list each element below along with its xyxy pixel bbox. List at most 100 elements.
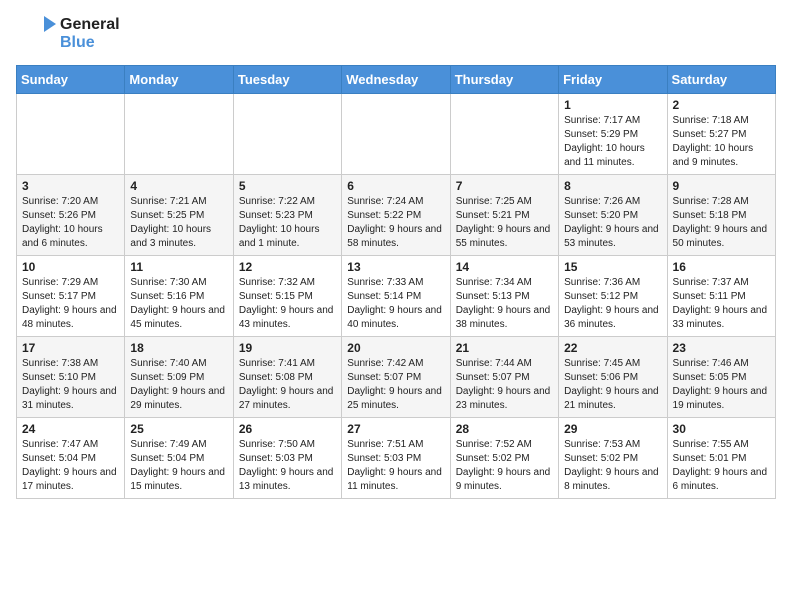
- day-number: 7: [456, 179, 553, 193]
- day-number: 16: [673, 260, 770, 274]
- calendar-day-cell: [233, 93, 341, 174]
- weekday-header: Sunday: [17, 65, 125, 93]
- calendar-day-cell: 3Sunrise: 7:20 AM Sunset: 5:26 PM Daylig…: [17, 174, 125, 255]
- day-number: 23: [673, 341, 770, 355]
- day-number: 27: [347, 422, 444, 436]
- calendar-day-cell: 17 Sunrise: 7:38 AM Sunset: 5:10 PM Dayli…: [17, 336, 125, 417]
- calendar-day-cell: 2 Sunrise: 7:18 AM Sunset: 5:27 PM Daylig…: [667, 93, 775, 174]
- day-number: 18: [130, 341, 227, 355]
- day-info: Sunrise: 7:18 AM Sunset: 5:27 PM Dayligh…: [673, 114, 770, 170]
- logo-text: GeneralBlue: [60, 16, 120, 53]
- day-number: 29: [564, 422, 661, 436]
- day-info: Sunrise: 7:20 AM Sunset: 5:26 PM Dayligh…: [22, 195, 119, 251]
- logo-icon: [16, 16, 56, 52]
- calendar-day-cell: 15 Sunrise: 7:36 AM Sunset: 5:12 PM Dayli…: [559, 255, 667, 336]
- calendar-day-cell: 28 Sunrise: 7:52 AM Sunset: 5:02 PM Dayli…: [450, 417, 558, 498]
- calendar-day-cell: 6 Sunrise: 7:24 AM Sunset: 5:22 PM Daylig…: [342, 174, 450, 255]
- calendar-day-cell: 12 Sunrise: 7:32 AM Sunset: 5:15 PM Dayli…: [233, 255, 341, 336]
- calendar-day-cell: 14 Sunrise: 7:34 AM Sunset: 5:13 PM Dayli…: [450, 255, 558, 336]
- day-info: Sunrise: 7:49 AM Sunset: 5:04 PM Dayligh…: [130, 438, 227, 494]
- day-number: 15: [564, 260, 661, 274]
- calendar-day-cell: 26Sunrise: 7:50 AM Sunset: 5:03 PM Dayli…: [233, 417, 341, 498]
- day-number: 22: [564, 341, 661, 355]
- day-info: Sunrise: 7:24 AM Sunset: 5:22 PM Dayligh…: [347, 195, 444, 251]
- calendar-day-cell: 11 Sunrise: 7:30 AM Sunset: 5:16 PM Dayli…: [125, 255, 233, 336]
- calendar-day-cell: 30Sunrise: 7:55 AM Sunset: 5:01 PM Dayli…: [667, 417, 775, 498]
- day-info: Sunrise: 7:22 AM Sunset: 5:23 PM Dayligh…: [239, 195, 336, 251]
- day-info: Sunrise: 7:30 AM Sunset: 5:16 PM Dayligh…: [130, 276, 227, 332]
- day-number: 8: [564, 179, 661, 193]
- calendar-table: SundayMondayTuesdayWednesdayThursdayFrid…: [16, 65, 776, 499]
- day-number: 25: [130, 422, 227, 436]
- weekday-header: Tuesday: [233, 65, 341, 93]
- calendar-day-cell: [450, 93, 558, 174]
- day-number: 2: [673, 98, 770, 112]
- day-info: Sunrise: 7:34 AM Sunset: 5:13 PM Dayligh…: [456, 276, 553, 332]
- day-info: Sunrise: 7:21 AM Sunset: 5:25 PM Dayligh…: [130, 195, 227, 251]
- day-number: 20: [347, 341, 444, 355]
- day-info: Sunrise: 7:36 AM Sunset: 5:12 PM Dayligh…: [564, 276, 661, 332]
- day-info: Sunrise: 7:29 AM Sunset: 5:17 PM Dayligh…: [22, 276, 119, 332]
- calendar-day-cell: 29Sunrise: 7:53 AM Sunset: 5:02 PM Dayli…: [559, 417, 667, 498]
- calendar-day-cell: 21 Sunrise: 7:44 AM Sunset: 5:07 PM Dayli…: [450, 336, 558, 417]
- calendar-header-row: SundayMondayTuesdayWednesdayThursdayFrid…: [17, 65, 776, 93]
- calendar-day-cell: 13Sunrise: 7:33 AM Sunset: 5:14 PM Dayli…: [342, 255, 450, 336]
- calendar-day-cell: 10 Sunrise: 7:29 AM Sunset: 5:17 PM Dayli…: [17, 255, 125, 336]
- calendar-day-cell: 5 Sunrise: 7:22 AM Sunset: 5:23 PM Daylig…: [233, 174, 341, 255]
- day-number: 19: [239, 341, 336, 355]
- day-number: 9: [673, 179, 770, 193]
- day-number: 24: [22, 422, 119, 436]
- calendar-day-cell: [17, 93, 125, 174]
- day-info: Sunrise: 7:52 AM Sunset: 5:02 PM Dayligh…: [456, 438, 553, 494]
- weekday-header: Thursday: [450, 65, 558, 93]
- day-info: Sunrise: 7:47 AM Sunset: 5:04 PM Dayligh…: [22, 438, 119, 494]
- calendar-week-row: 3Sunrise: 7:20 AM Sunset: 5:26 PM Daylig…: [17, 174, 776, 255]
- day-info: Sunrise: 7:26 AM Sunset: 5:20 PM Dayligh…: [564, 195, 661, 251]
- calendar-day-cell: 27 Sunrise: 7:51 AM Sunset: 5:03 PM Dayli…: [342, 417, 450, 498]
- day-info: Sunrise: 7:28 AM Sunset: 5:18 PM Dayligh…: [673, 195, 770, 251]
- day-number: 11: [130, 260, 227, 274]
- day-info: Sunrise: 7:50 AM Sunset: 5:03 PM Dayligh…: [239, 438, 336, 494]
- day-info: Sunrise: 7:38 AM Sunset: 5:10 PM Dayligh…: [22, 357, 119, 413]
- calendar-day-cell: 19 Sunrise: 7:41 AM Sunset: 5:08 PM Dayli…: [233, 336, 341, 417]
- calendar-day-cell: 9 Sunrise: 7:28 AM Sunset: 5:18 PM Daylig…: [667, 174, 775, 255]
- day-number: 21: [456, 341, 553, 355]
- weekday-header: Wednesday: [342, 65, 450, 93]
- calendar-day-cell: 8 Sunrise: 7:26 AM Sunset: 5:20 PM Daylig…: [559, 174, 667, 255]
- day-number: 28: [456, 422, 553, 436]
- day-info: Sunrise: 7:44 AM Sunset: 5:07 PM Dayligh…: [456, 357, 553, 413]
- day-info: Sunrise: 7:33 AM Sunset: 5:14 PM Dayligh…: [347, 276, 444, 332]
- day-number: 14: [456, 260, 553, 274]
- day-number: 4: [130, 179, 227, 193]
- day-number: 6: [347, 179, 444, 193]
- calendar-week-row: 1Sunrise: 7:17 AM Sunset: 5:29 PM Daylig…: [17, 93, 776, 174]
- day-info: Sunrise: 7:25 AM Sunset: 5:21 PM Dayligh…: [456, 195, 553, 251]
- calendar-day-cell: [342, 93, 450, 174]
- day-info: Sunrise: 7:37 AM Sunset: 5:11 PM Dayligh…: [673, 276, 770, 332]
- day-number: 5: [239, 179, 336, 193]
- weekday-header: Monday: [125, 65, 233, 93]
- calendar-day-cell: 16 Sunrise: 7:37 AM Sunset: 5:11 PM Dayli…: [667, 255, 775, 336]
- calendar-day-cell: 18Sunrise: 7:40 AM Sunset: 5:09 PM Dayli…: [125, 336, 233, 417]
- day-number: 17: [22, 341, 119, 355]
- calendar-day-cell: 1Sunrise: 7:17 AM Sunset: 5:29 PM Daylig…: [559, 93, 667, 174]
- calendar-day-cell: 4 Sunrise: 7:21 AM Sunset: 5:25 PM Daylig…: [125, 174, 233, 255]
- day-info: Sunrise: 7:41 AM Sunset: 5:08 PM Dayligh…: [239, 357, 336, 413]
- calendar-day-cell: 24 Sunrise: 7:47 AM Sunset: 5:04 PM Dayli…: [17, 417, 125, 498]
- day-info: Sunrise: 7:46 AM Sunset: 5:05 PM Dayligh…: [673, 357, 770, 413]
- day-info: Sunrise: 7:32 AM Sunset: 5:15 PM Dayligh…: [239, 276, 336, 332]
- day-number: 30: [673, 422, 770, 436]
- calendar-week-row: 24 Sunrise: 7:47 AM Sunset: 5:04 PM Dayli…: [17, 417, 776, 498]
- day-number: 10: [22, 260, 119, 274]
- page-header: GeneralBlue: [16, 16, 776, 53]
- day-info: Sunrise: 7:51 AM Sunset: 5:03 PM Dayligh…: [347, 438, 444, 494]
- weekday-header: Saturday: [667, 65, 775, 93]
- day-number: 12: [239, 260, 336, 274]
- calendar-day-cell: 7 Sunrise: 7:25 AM Sunset: 5:21 PM Daylig…: [450, 174, 558, 255]
- calendar-day-cell: 20 Sunrise: 7:42 AM Sunset: 5:07 PM Dayli…: [342, 336, 450, 417]
- day-info: Sunrise: 7:42 AM Sunset: 5:07 PM Dayligh…: [347, 357, 444, 413]
- calendar-day-cell: 23 Sunrise: 7:46 AM Sunset: 5:05 PM Dayli…: [667, 336, 775, 417]
- day-number: 1: [564, 98, 661, 112]
- calendar-day-cell: 22Sunrise: 7:45 AM Sunset: 5:06 PM Dayli…: [559, 336, 667, 417]
- logo: GeneralBlue: [16, 16, 120, 53]
